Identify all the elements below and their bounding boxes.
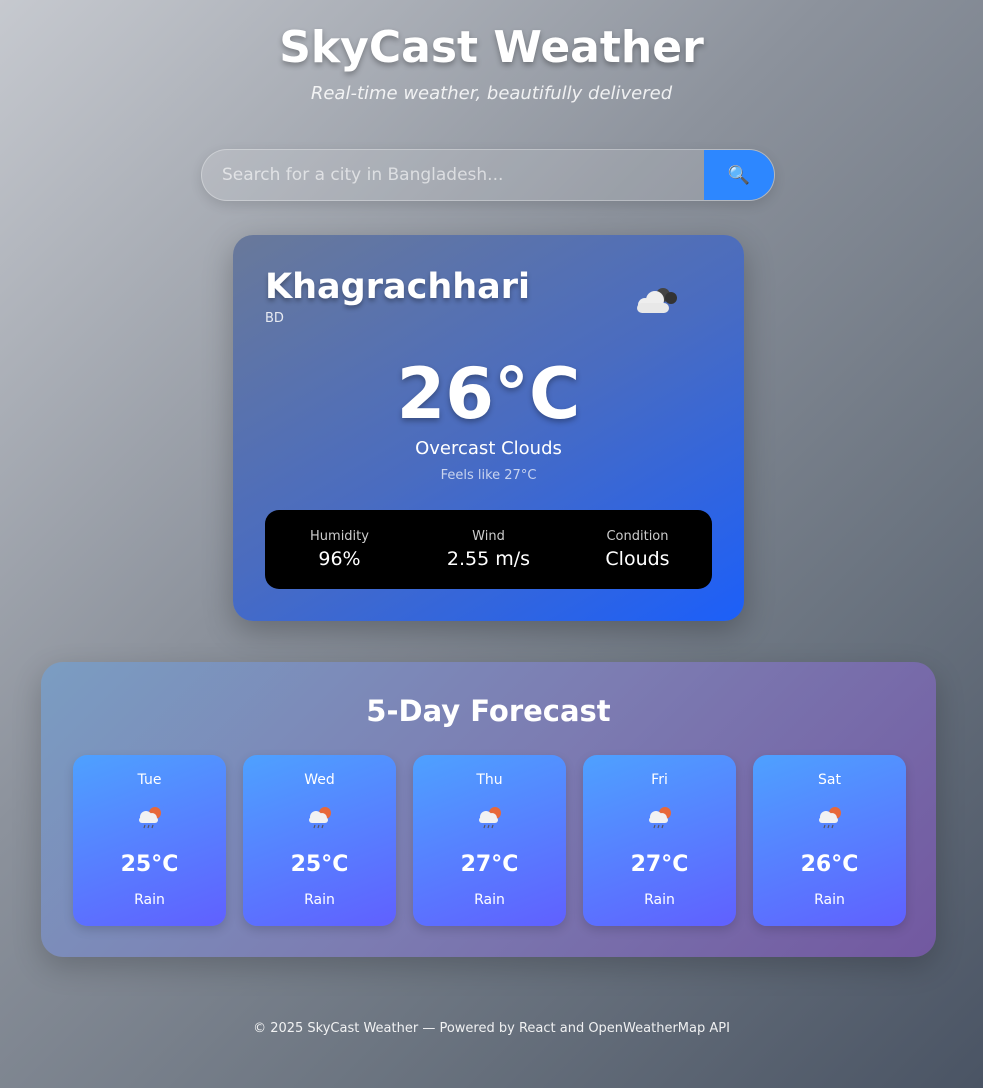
search-icon: 🔍 [727,164,751,185]
footer: © 2025 SkyCast Weather — Powered by Reac… [253,1021,730,1036]
rain-sun-icon [649,807,671,829]
rain-sun-icon [309,807,331,829]
stat-condition: Condition Clouds [568,529,708,570]
stat-humidity: Humidity 96% [270,529,410,570]
forecast-condition: Rain [304,892,335,908]
app-subtitle: Real-time weather, beautifully delivered [310,83,673,104]
forecast-day-card: Wed 25°C Rain [243,755,396,926]
forecast-day-card: Tue 25°C Rain [73,755,226,926]
forecast-day: Wed [304,772,335,788]
forecast-temp: 25°C [290,852,349,877]
app-title: SkyCast Weather [279,22,704,73]
forecast-condition: Rain [644,892,675,908]
stat-value: Clouds [605,548,670,570]
forecast-day-card: Thu 27°C Rain [413,755,566,926]
city-name: Khagrachhari [265,267,531,307]
forecast-temp: 26°C [800,852,859,877]
forecast-temp: 27°C [630,852,689,877]
current-temperature: 26°C [396,353,581,435]
country-code: BD [265,311,284,326]
feels-like: Feels like 27°C [440,468,537,483]
stat-label: Condition [606,529,669,544]
weather-description: Overcast Clouds [415,438,562,459]
weather-stats: Humidity 96% Wind 2.55 m/s Condition Clouds [265,510,712,589]
search-button[interactable]: 🔍 [704,150,774,200]
forecast-day: Thu [476,772,503,788]
forecast-condition: Rain [474,892,505,908]
forecast-temp: 25°C [120,852,179,877]
search-input[interactable] [202,150,704,200]
forecast-day: Fri [651,772,668,788]
forecast-section: 5-Day Forecast Tue 25°C Rain Wed 25°C Rai… [41,662,936,957]
forecast-temp: 27°C [460,852,519,877]
rain-sun-icon [819,807,841,829]
stat-value: 2.55 m/s [446,548,531,570]
overcast-clouds-icon [637,288,677,313]
forecast-condition: Rain [814,892,845,908]
rain-sun-icon [479,807,501,829]
forecast-day: Tue [137,772,162,788]
stat-label: Humidity [310,529,369,544]
forecast-day: Sat [818,772,841,788]
stat-wind: Wind 2.55 m/s [419,529,559,570]
forecast-condition: Rain [134,892,165,908]
forecast-day-card: Fri 27°C Rain [583,755,736,926]
search-bar: 🔍 [201,149,775,201]
rain-sun-icon [139,807,161,829]
forecast-day-card: Sat 26°C Rain [753,755,906,926]
forecast-title: 5-Day Forecast [366,694,611,728]
stat-label: Wind [472,529,505,544]
stat-value: 96% [318,548,361,570]
current-weather-card: Khagrachhari BD 26°C Overcast Clouds Fee… [233,235,744,621]
